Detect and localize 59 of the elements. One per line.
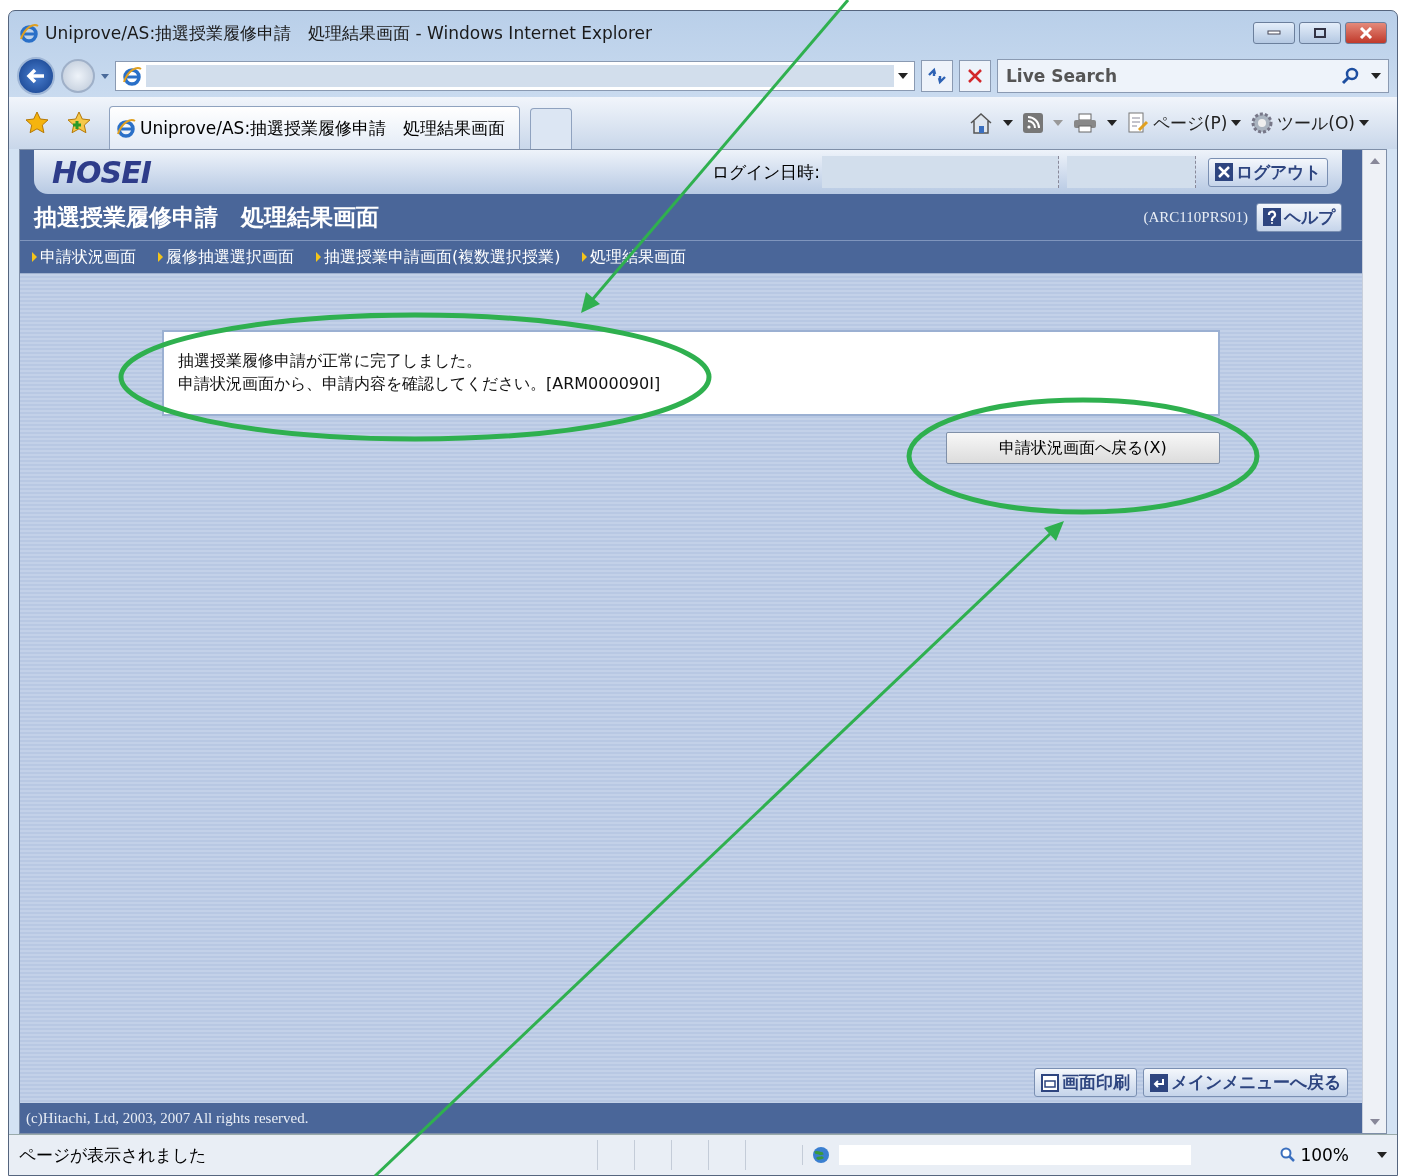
minimize-icon xyxy=(1266,30,1282,36)
dropdown-icon[interactable] xyxy=(1377,1152,1387,1158)
screen-id: (ARC110PRS01) xyxy=(1143,208,1248,226)
add-favorite-icon[interactable] xyxy=(67,111,91,135)
browser-logo-icon xyxy=(116,118,136,138)
breadcrumb-link[interactable]: 抽選授業申請画面(複数選択授業) xyxy=(316,246,561,268)
star-icon[interactable] xyxy=(25,111,49,135)
logo: HOSEI xyxy=(52,154,151,190)
address-field[interactable] xyxy=(115,61,915,91)
browser-logo-icon xyxy=(19,23,39,43)
browser-tab[interactable]: Uniprove/AS:抽選授業履修申請 処理結果画面 xyxy=(109,106,521,149)
search-field[interactable]: Live Search xyxy=(997,59,1389,93)
stop-icon xyxy=(967,68,983,84)
close-icon xyxy=(1215,163,1233,181)
close-button[interactable] xyxy=(1345,22,1387,44)
zoom-level[interactable]: 100% xyxy=(1280,1145,1377,1165)
tools-menu[interactable]: ツール(O) xyxy=(1251,111,1369,135)
search-icon[interactable] xyxy=(1341,67,1359,85)
scrollbar[interactable] xyxy=(1362,150,1386,1133)
refresh-button[interactable] xyxy=(921,60,953,92)
feed-icon[interactable] xyxy=(1022,113,1043,133)
main-menu-button[interactable]: メインメニューへ戻る xyxy=(1143,1068,1348,1097)
dropdown-icon[interactable] xyxy=(1106,120,1117,126)
caret-icon xyxy=(1231,120,1242,126)
scroll-down-icon[interactable] xyxy=(1369,1119,1380,1125)
message-text: 申請状況画面から、申請内容を確認してください。[ARM000090I] xyxy=(178,374,662,395)
scroll-up-icon[interactable] xyxy=(1369,158,1380,164)
dropdown-icon[interactable] xyxy=(1002,120,1013,126)
breadcrumb-link[interactable]: 履修抽選選択画面 xyxy=(158,246,294,268)
stop-button[interactable] xyxy=(959,60,991,92)
breadcrumb-link[interactable]: 申請状況画面 xyxy=(32,246,136,268)
status-text: ページが表示されました xyxy=(19,1143,207,1167)
back-button[interactable] xyxy=(17,57,55,95)
home-icon[interactable] xyxy=(968,112,993,134)
gear-icon xyxy=(1251,112,1274,134)
copyright-text: (c)Hitachi, Ltd, 2003, 2007 All rights reserved. xyxy=(25,1108,310,1128)
maximize-icon xyxy=(1313,27,1327,39)
message-text: 抽選授業履修申請が正常に完了しました。 xyxy=(178,351,483,372)
print-screen-button[interactable]: 画面印刷 xyxy=(1034,1068,1137,1097)
login-time-label: ログイン日時: xyxy=(712,160,820,184)
refresh-icon xyxy=(927,67,947,85)
help-button[interactable]: ヘルプ xyxy=(1256,202,1342,232)
dropdown-icon[interactable] xyxy=(898,73,908,79)
magnifier-icon xyxy=(1280,1147,1297,1163)
logout-button[interactable]: ログアウト xyxy=(1208,157,1328,187)
printer-icon[interactable] xyxy=(1072,113,1097,133)
arrow-icon xyxy=(26,68,46,84)
dropdown-icon[interactable] xyxy=(1371,73,1381,79)
close-icon xyxy=(1359,27,1373,39)
document-icon xyxy=(1126,112,1149,134)
window-title: Uniprove/AS:抽選授業履修申請 処理結果画面 - Windows Internet Explorer xyxy=(45,21,653,45)
question-mark-icon xyxy=(1263,208,1281,226)
printer-icon xyxy=(1041,1073,1059,1092)
page-menu[interactable]: ページ(P) xyxy=(1126,111,1242,135)
maximize-button[interactable] xyxy=(1299,22,1341,44)
browser-logo-icon xyxy=(122,66,142,86)
page-title: 抽選授業履修申請 処理結果画面 xyxy=(34,201,379,232)
back-to-status-button[interactable]: 申請状況画面へ戻る(X) xyxy=(946,432,1220,464)
caret-icon xyxy=(1359,120,1369,126)
